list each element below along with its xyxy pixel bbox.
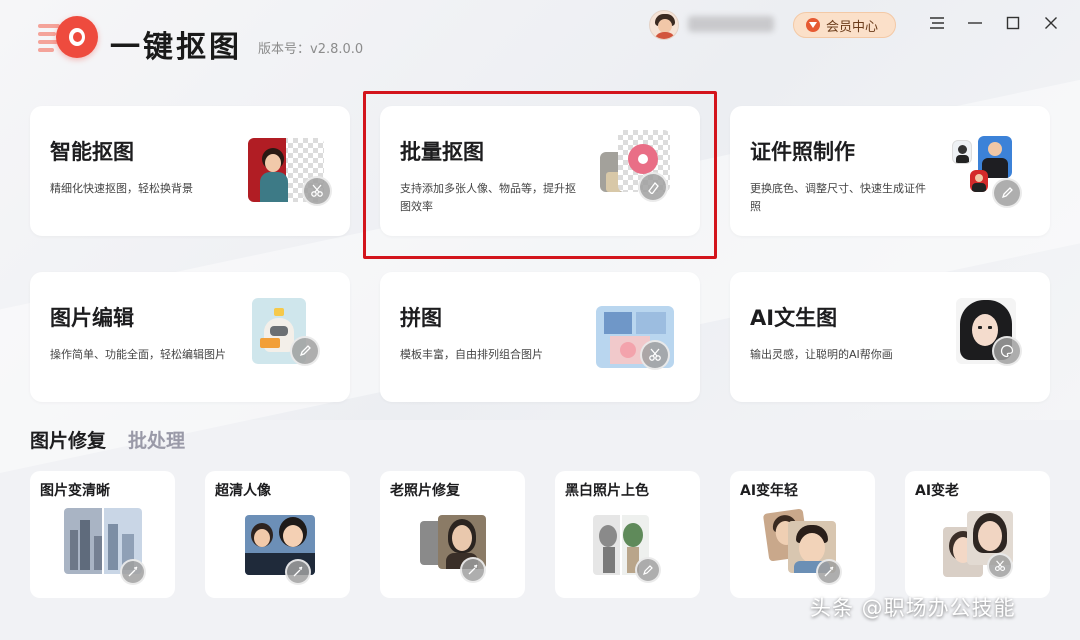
id-photo-small-red: [970, 170, 988, 192]
feature-title: 拼图: [400, 306, 442, 330]
app-title: 一键抠图: [110, 30, 242, 65]
tool-title: 图片变清晰: [40, 483, 110, 499]
wand-icon: [285, 559, 311, 585]
palette-icon: [992, 336, 1022, 366]
edit-pen-icon: [290, 336, 320, 366]
feature-title: AI文生图: [750, 306, 838, 330]
username-blurred[interactable]: [688, 16, 774, 32]
highlight-frame: [363, 91, 717, 259]
tool-title: 超清人像: [215, 483, 271, 499]
id-photo-small-white: [952, 140, 972, 164]
pen-icon: [635, 557, 661, 583]
menu-icon[interactable]: [926, 12, 948, 34]
app-logo-icon: [38, 16, 98, 60]
feature-card-image-edit[interactable]: 图片编辑 操作简单、功能全面，轻松编辑图片: [30, 272, 350, 402]
title-bar: 一键抠图 版本号：v2.8.0.0 会员中心: [0, 0, 1080, 80]
vip-center-label: 会员中心: [826, 19, 879, 35]
feature-title: 证件照制作: [750, 140, 855, 164]
feature-desc: 操作简单、功能全面，轻松编辑图片: [50, 348, 226, 361]
tool-card-hd-portrait[interactable]: 超清人像: [205, 471, 350, 598]
tool-card-colorize-bw[interactable]: 黑白照片上色: [555, 471, 700, 598]
wand-icon: [120, 559, 146, 585]
tool-card-old-photo-repair[interactable]: 老照片修复: [380, 471, 525, 598]
tool-title: AI变老: [915, 483, 960, 499]
watermark-text: 头条 @职场办公技能: [810, 596, 1016, 620]
wand-icon: [460, 557, 486, 583]
app-version: 版本号：v2.8.0.0: [258, 42, 364, 57]
diamond-icon: [806, 18, 820, 32]
tool-card-image-sharpen[interactable]: 图片变清晰: [30, 471, 175, 598]
scissors-icon: [987, 553, 1013, 579]
feature-title: 图片编辑: [50, 306, 134, 330]
vip-center-button[interactable]: 会员中心: [793, 12, 896, 38]
maximize-icon[interactable]: [1002, 12, 1024, 34]
tab-image-repair[interactable]: 图片修复: [30, 426, 106, 453]
feature-card-ai-text-to-image[interactable]: AI文生图 输出灵感，让聪明的AI帮你画: [730, 272, 1050, 402]
feature-title: 智能抠图: [50, 140, 134, 164]
feature-card-id-photo[interactable]: 证件照制作 更换底色、调整尺寸、快速生成证件照: [730, 106, 1050, 236]
section-tabs: 图片修复 批处理: [30, 426, 185, 453]
feature-desc: 模板丰富，自由排列组合图片: [400, 348, 543, 361]
close-icon[interactable]: [1040, 12, 1062, 34]
tool-title: 黑白照片上色: [565, 483, 649, 499]
tab-batch-processing[interactable]: 批处理: [128, 426, 185, 453]
edit-pen-icon: [992, 178, 1022, 208]
feature-desc: 更换底色、调整尺寸、快速生成证件照: [750, 182, 926, 213]
wand-icon: [816, 559, 842, 585]
user-avatar[interactable]: [649, 10, 679, 40]
scissors-icon: [640, 340, 670, 370]
tool-card-ai-older[interactable]: AI变老: [905, 471, 1050, 598]
feature-card-smart-cutout[interactable]: 智能抠图 精细化快速抠图，轻松换背景: [30, 106, 350, 236]
tool-card-ai-younger[interactable]: AI变年轻: [730, 471, 875, 598]
tool-title: 老照片修复: [390, 483, 460, 499]
feature-card-collage[interactable]: 拼图 模板丰富，自由排列组合图片: [380, 272, 700, 402]
minimize-icon[interactable]: [964, 12, 986, 34]
scissors-icon: [302, 176, 332, 206]
feature-desc: 输出灵感，让聪明的AI帮你画: [750, 348, 893, 361]
tool-title: AI变年轻: [740, 483, 799, 499]
feature-desc: 精细化快速抠图，轻松换背景: [50, 182, 193, 195]
